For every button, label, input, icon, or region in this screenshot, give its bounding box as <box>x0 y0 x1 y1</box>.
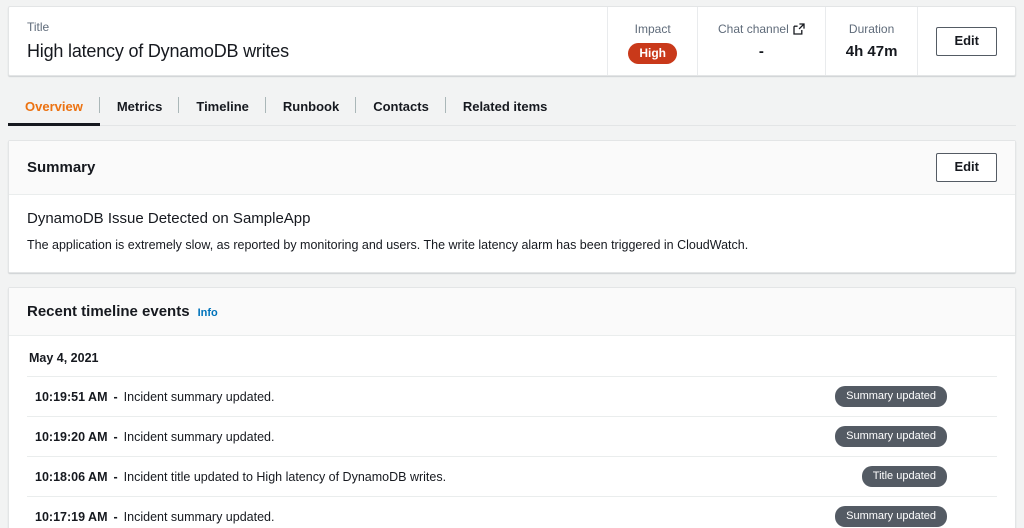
chat-channel-label-text: Chat channel <box>718 22 789 36</box>
status-badge: Summary updated <box>835 426 947 447</box>
title-field-label: Title <box>27 20 50 34</box>
incident-tabs: Overview Metrics Timeline Runbook Contac… <box>8 90 1016 126</box>
timeline-section-title-text: Recent timeline events <box>27 302 190 320</box>
table-row[interactable]: 10:17:19 AM - Incident summary updated. … <box>27 496 997 528</box>
page-title: High latency of DynamoDB writes <box>27 41 289 61</box>
timeline-section-title: Recent timeline events Info <box>27 302 218 322</box>
info-link[interactable]: Info <box>198 306 218 320</box>
summary-card: Summary Edit DynamoDB Issue Detected on … <box>8 140 1016 273</box>
tab-overview[interactable]: Overview <box>8 97 100 126</box>
timeline-separator: - <box>113 389 118 404</box>
table-row[interactable]: 10:18:06 AM - Incident title updated to … <box>27 456 997 496</box>
tab-runbook[interactable]: Runbook <box>266 97 357 125</box>
timeline-event-time: 10:18:06 AM <box>35 469 108 484</box>
timeline-event-time: 10:17:19 AM <box>35 509 108 524</box>
summary-heading: DynamoDB Issue Detected on SampleApp <box>27 210 311 227</box>
chat-channel-value: - <box>758 43 764 60</box>
timeline-event-content: 10:19:20 AM - Incident summary updated. <box>35 429 274 445</box>
summary-card-header: Summary Edit <box>9 141 1015 195</box>
tab-related-items[interactable]: Related items <box>446 99 565 125</box>
status-badge: Title updated <box>861 466 947 487</box>
duration-value: 4h 47m <box>845 43 898 60</box>
timeline-list: May 4, 2021 10:19:51 AM - Incident summa… <box>9 336 1015 528</box>
timeline-date-group-label: May 4, 2021 <box>29 351 99 365</box>
timeline-event-time: 10:19:51 AM <box>35 389 108 404</box>
impact-label: Impact <box>634 22 671 36</box>
status-badge-impact: High <box>628 43 678 64</box>
edit-summary-button[interactable]: Edit <box>936 153 997 182</box>
external-link-icon <box>793 23 805 35</box>
timeline-event-text: Incident summary updated. <box>123 509 275 524</box>
timeline-separator: - <box>113 429 118 444</box>
tab-metrics[interactable]: Metrics <box>100 97 180 125</box>
timeline-event-text: Incident title updated to High latency o… <box>123 469 447 484</box>
recent-timeline-events-card: Recent timeline events Info May 4, 2021 … <box>8 287 1016 528</box>
timeline-event-content: 10:17:19 AM - Incident summary updated. <box>35 509 274 525</box>
chat-channel-label: Chat channel <box>718 21 805 37</box>
table-row[interactable]: 10:19:20 AM - Incident summary updated. … <box>27 416 997 456</box>
table-row[interactable]: 10:19:51 AM - Incident summary updated. … <box>27 376 997 416</box>
impact-cell: Impact High <box>607 7 697 75</box>
timeline-event-time: 10:19:20 AM <box>35 429 108 444</box>
edit-incident-button[interactable]: Edit <box>936 26 997 56</box>
timeline-event-text: Incident summary updated. <box>123 389 275 404</box>
status-badge: Summary updated <box>835 386 947 407</box>
summary-description: The application is extremely slow, as re… <box>27 238 749 252</box>
summary-card-body: DynamoDB Issue Detected on SampleApp The… <box>9 195 1015 272</box>
status-badge: Summary updated <box>835 506 947 527</box>
timeline-separator: - <box>113 469 118 484</box>
duration-label: Duration <box>848 22 895 36</box>
timeline-event-content: 10:18:06 AM - Incident title updated to … <box>35 469 446 485</box>
timeline-event-content: 10:19:51 AM - Incident summary updated. <box>35 389 274 405</box>
incident-title-block: Title High latency of DynamoDB writes <box>9 7 607 75</box>
tab-timeline[interactable]: Timeline <box>179 97 266 125</box>
incident-meta-group: Impact High Chat channel - Duration 4h 4 <box>607 7 1015 75</box>
timeline-card-header: Recent timeline events Info <box>9 288 1015 336</box>
header-edit-cell: Edit <box>917 7 1015 75</box>
tab-contacts[interactable]: Contacts <box>356 97 446 125</box>
duration-cell: Duration 4h 47m <box>824 7 918 75</box>
summary-section-title: Summary <box>27 158 96 176</box>
incident-header-card: Title High latency of DynamoDB writes Im… <box>8 6 1016 76</box>
chat-channel-cell[interactable]: Chat channel - <box>697 7 825 75</box>
timeline-separator: - <box>113 509 118 524</box>
timeline-event-text: Incident summary updated. <box>123 429 275 444</box>
